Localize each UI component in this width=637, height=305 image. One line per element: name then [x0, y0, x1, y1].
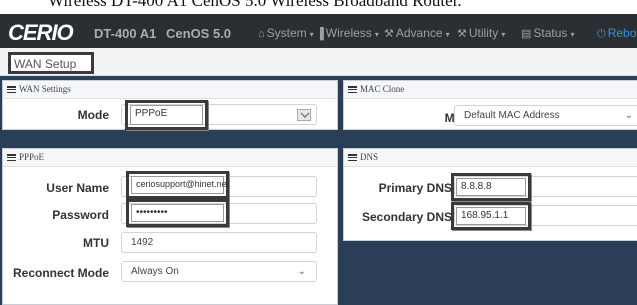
menu-system-label: System [266, 26, 307, 40]
signal-icon: ▐ [316, 28, 324, 40]
caret-down-icon: ▾ [445, 30, 450, 39]
logo-text: CERIO [8, 20, 74, 44]
panel-title: MAC Clone [360, 84, 405, 94]
list-icon [7, 86, 16, 94]
chevron-down-icon: ⌄ [297, 266, 306, 277]
primary-dns-field-bg [454, 176, 637, 197]
mac-mode-value: Default MAC Address [464, 110, 560, 121]
wrench-icon: ⚒ [457, 28, 467, 40]
wan-settings-panel: WAN Settings Mode PPPoE [2, 80, 338, 130]
caret-down-icon: ▾ [570, 30, 575, 39]
mtu-value: 1492 [131, 237, 154, 248]
wan-mode-select-bg [121, 104, 317, 125]
document-caption: Wireless DT-400 A1 CenOS 5.0 Wireless Br… [0, 0, 637, 14]
pppoe-panel: PPPoE User Name ceriosupport@hinet.net P… [2, 148, 338, 305]
breadcrumb-bar: WAN Setup [0, 48, 637, 76]
menu-status[interactable]: ▤ Status ▾ [521, 26, 574, 40]
main-content: WAN Settings Mode PPPoE MAC Clone Mode D… [0, 76, 637, 305]
menu-reboot[interactable]: ⏻Reboot [597, 26, 637, 41]
secondary-dns-field-bg [454, 205, 637, 226]
dns-panel: DNS Primary DNS 8.8.8.8 Secondary DNS 16… [343, 148, 637, 241]
breadcrumb[interactable]: WAN Setup [8, 52, 94, 74]
menu-wireless[interactable]: ▐ Wireless ▾ [316, 26, 379, 40]
list-icon [348, 154, 357, 162]
wan-mode-label: Mode [77, 108, 109, 122]
caret-down-icon: ▾ [309, 30, 314, 39]
primary-dns-label: Primary DNS [378, 181, 452, 195]
list-icon [348, 86, 357, 94]
menu-utility[interactable]: ⚒ Utility ▾ [457, 26, 505, 40]
chevron-down-icon: ⌄ [624, 110, 633, 121]
caret-down-icon: ▾ [501, 30, 506, 39]
panel-header: PPPoE [3, 149, 337, 167]
chart-icon: ▤ [521, 28, 532, 40]
reconnect-mode-value: Always On [131, 266, 179, 277]
caret-down-icon: ▾ [374, 30, 379, 39]
menu-advance-label: Advance [395, 26, 443, 40]
mtu-field[interactable]: 1492 [121, 232, 317, 253]
dropdown-button[interactable] [297, 109, 311, 121]
menu-advance[interactable]: ⚒ Advance ▾ [384, 26, 450, 40]
secondary-dns-label: Secondary DNS [361, 210, 452, 224]
menu-utility-label: Utility [468, 26, 499, 40]
reconnect-mode-label: Reconnect Mode [12, 266, 109, 280]
panel-title: WAN Settings [19, 84, 71, 94]
home-icon: ⌂ [258, 28, 265, 40]
panel-title: PPPoE [19, 152, 45, 162]
password-field-bg [121, 203, 317, 224]
wrench-icon: ⚒ [384, 28, 394, 40]
power-icon: ⏻ [597, 28, 606, 40]
panel-header: WAN Settings [3, 81, 337, 99]
list-icon [7, 154, 16, 162]
menu-reboot-label: Reboot [607, 26, 637, 40]
mtu-label: MTU [83, 236, 109, 250]
password-label: Password [52, 208, 109, 222]
reconnect-mode-select[interactable]: Always On ⌄ [121, 261, 317, 282]
panel-header: MAC Clone [344, 81, 637, 99]
os-version: CenOS 5.0 [166, 26, 232, 41]
caption-text: Wireless DT-400 A1 CenOS 5.0 Wireless Br… [48, 0, 462, 10]
breadcrumb-label: WAN Setup [14, 57, 77, 71]
menu-system[interactable]: ⌂ System ▾ [258, 26, 314, 40]
menu-wireless-label: Wireless [325, 26, 372, 40]
cerio-logo: CERIO [8, 20, 75, 44]
panel-header: DNS [344, 149, 637, 167]
username-field-bg [121, 176, 317, 197]
chevron-down-icon [300, 112, 310, 118]
mac-mode-select[interactable]: Default MAC Address ⌄ [454, 105, 637, 126]
mac-clone-panel: MAC Clone Mode Default MAC Address ⌄ [343, 80, 637, 130]
username-label: User Name [46, 181, 109, 195]
model-name: DT-400 A1 [94, 26, 157, 41]
panel-title: DNS [360, 152, 379, 162]
top-navbar: CERIO DT-400 A1 CenOS 5.0 ⌂ System ▾ ▐ Wire… [0, 14, 637, 48]
menu-status-label: Status [533, 26, 568, 40]
model-text: DT-400 A1 CenOS 5.0 [94, 26, 231, 41]
